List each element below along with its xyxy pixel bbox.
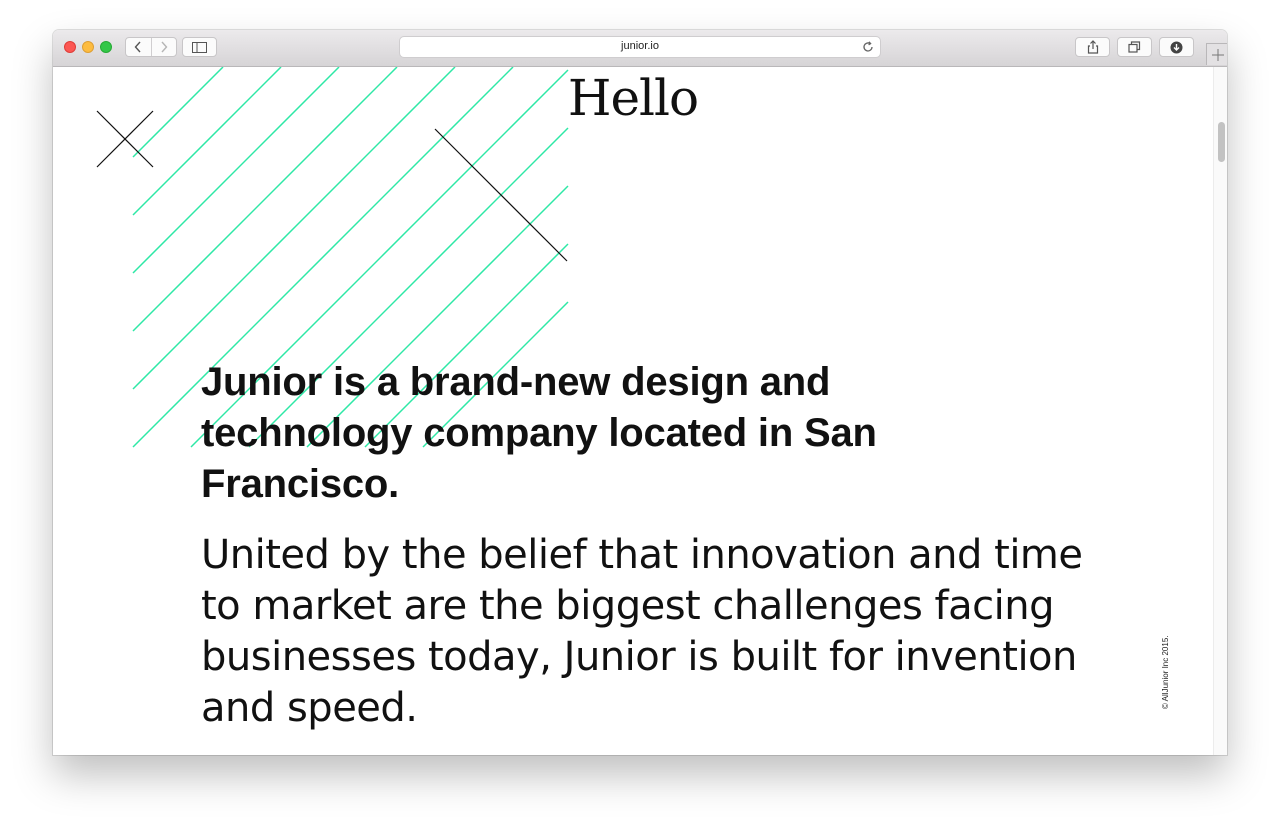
- back-arrow-icon: [134, 41, 141, 53]
- close-window-button[interactable]: [64, 41, 76, 53]
- tabs-icon: [1128, 41, 1141, 53]
- share-icon: [1087, 40, 1098, 54]
- sidebar-icon: [192, 41, 207, 53]
- plus-icon: [1211, 48, 1224, 61]
- sidebar-button[interactable]: [182, 37, 217, 57]
- page-title: Hello: [567, 69, 699, 127]
- vertical-scrollbar[interactable]: [1213, 67, 1227, 755]
- address-bar[interactable]: junior.io: [399, 36, 881, 58]
- share-button[interactable]: [1075, 37, 1110, 57]
- forward-button[interactable]: [150, 38, 177, 56]
- scrollbar-thumb[interactable]: [1218, 122, 1225, 162]
- new-tab-button[interactable]: [1206, 43, 1227, 65]
- minimize-window-button[interactable]: [82, 41, 94, 53]
- forward-arrow-icon: [161, 41, 168, 53]
- download-icon: [1170, 41, 1183, 53]
- browser-toolbar: junior.io: [53, 30, 1227, 67]
- url-text: junior.io: [621, 40, 659, 52]
- back-button[interactable]: [126, 38, 151, 56]
- reload-icon[interactable]: [862, 41, 874, 53]
- browser-window: junior.io Hello Junior is a brand-new de…: [53, 30, 1227, 755]
- downloads-button[interactable]: [1159, 37, 1194, 57]
- show-tabs-button[interactable]: [1117, 37, 1152, 57]
- body-paragraph: United by the belief that innovation and…: [201, 532, 1083, 731]
- copyright-note: © AllJunior Inc 2015.: [1161, 635, 1170, 710]
- web-page: Hello Junior is a brand-new design and t…: [53, 67, 1227, 755]
- zoom-window-button[interactable]: [100, 41, 112, 53]
- navigation-buttons: [125, 37, 177, 57]
- headline: Junior is a brand-new design and technol…: [201, 360, 877, 506]
